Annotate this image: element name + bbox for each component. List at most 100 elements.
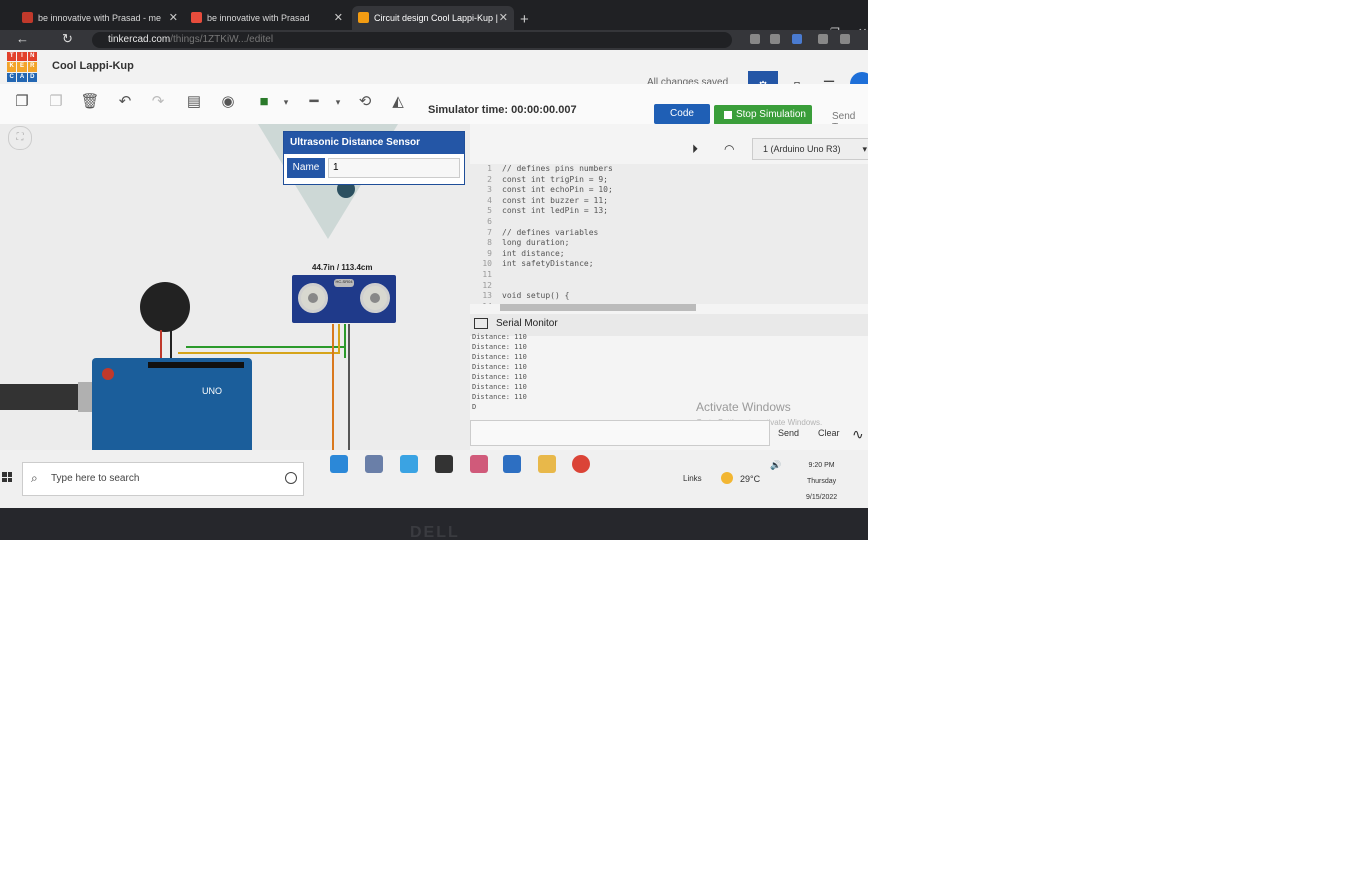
wire[interactable]	[348, 324, 350, 450]
browser-tab-bar: be innovative with Prasad - me ✕ be inno…	[0, 0, 868, 39]
close-tab-icon[interactable]: ✕	[334, 6, 343, 30]
undo-icon[interactable]: ↶	[115, 92, 135, 112]
code-button[interactable]: Code	[654, 104, 710, 124]
clear-button[interactable]: Clear	[818, 428, 840, 438]
code-line: 4 const int buzzer = 11;	[487, 195, 608, 205]
wire[interactable]	[186, 346, 346, 348]
popup-title: Ultrasonic Distance Sensor	[284, 132, 464, 154]
wire[interactable]	[178, 352, 340, 354]
volume-network-icon[interactable]: 🔊	[770, 460, 781, 471]
back-arrow-icon[interactable]: ←	[16, 31, 29, 46]
code-line: 3 const int echoPin = 10;	[487, 185, 613, 195]
graph-icon[interactable]: ∿	[852, 426, 864, 443]
reset-button[interactable]	[102, 368, 114, 380]
code-panel: ⏵ ◠ 1 (Arduino Uno R3) ▾ 1// defines pin…	[470, 124, 868, 450]
notes-visibility-icon[interactable]: ◉	[218, 92, 238, 112]
code-line: 12	[482, 280, 492, 290]
serial-monitor-header[interactable]: Serial Monitor	[470, 314, 868, 336]
distance-reading: 44.7in / 113.4cm	[312, 263, 373, 272]
url-field[interactable]: tinkercad.com/things/1ZTKiW.../editel	[92, 32, 732, 48]
serial-line: D	[472, 403, 477, 411]
paint-icon[interactable]	[470, 455, 488, 473]
activate-windows-watermark: Activate Windows	[696, 400, 791, 414]
laptop-screen: be innovative with Prasad - me ✕ be inno…	[0, 0, 868, 540]
close-tab-icon[interactable]: ✕	[499, 6, 508, 30]
reload-icon[interactable]: ↻	[62, 31, 73, 47]
file-explorer-icon[interactable]	[538, 455, 556, 473]
cortana-icon[interactable]	[285, 472, 297, 484]
wire[interactable]	[344, 324, 346, 358]
paste-icon[interactable]: ❐	[46, 92, 66, 112]
fit-view-icon[interactable]: ⛶	[8, 126, 32, 150]
chevron-down-icon[interactable]: ▾	[276, 92, 296, 112]
extension-icon[interactable]	[750, 34, 760, 44]
bookmark-star-icon[interactable]	[792, 34, 802, 44]
name-field-label: Name	[287, 158, 325, 178]
taskbar-search-box[interactable]: ⌕ Type here to search	[22, 462, 304, 496]
simulator-time: Simulator time: 00:00:00.007	[428, 104, 577, 116]
sticky-notes-icon[interactable]	[435, 455, 453, 473]
logo-letter: A	[17, 72, 27, 82]
piezo-buzzer-component[interactable]	[140, 282, 190, 332]
delete-icon[interactable]: 🗑	[80, 92, 100, 112]
code-line: 2 const int trigPin = 9;	[487, 174, 608, 184]
weather-temp[interactable]: 29°C	[740, 474, 760, 484]
code-editor[interactable]: 1// defines pins numbers 2 const int trig…	[470, 164, 868, 304]
windows-start-icon[interactable]	[2, 472, 12, 482]
wire[interactable]	[170, 330, 172, 360]
redo-icon[interactable]: ↷	[148, 92, 168, 112]
send-button[interactable]: Send	[778, 428, 799, 438]
rotate-icon[interactable]: ⟲	[355, 92, 375, 112]
sidebar-icon[interactable]	[818, 34, 828, 44]
notes-icon[interactable]: ▤	[184, 92, 204, 112]
extension-icon[interactable]	[770, 34, 780, 44]
tab-label: be innovative with Prasad	[207, 13, 310, 23]
chrome-icon[interactable]	[572, 455, 590, 473]
tab-favicon-icon	[22, 12, 33, 23]
component-properties-popup: Ultrasonic Distance Sensor Name 1	[283, 131, 465, 185]
horizontal-scrollbar[interactable]	[500, 304, 696, 311]
app-icon[interactable]	[400, 455, 418, 473]
copy-icon[interactable]: ❐	[12, 92, 32, 112]
tinkercad-logo[interactable]: T I N K E R C A D	[7, 52, 37, 82]
color-picker-icon[interactable]: ■	[254, 92, 274, 112]
wire-type-icon[interactable]: ━	[304, 92, 324, 112]
logo-letter: D	[27, 72, 37, 82]
calculator-icon[interactable]	[365, 455, 383, 473]
debugger-icon[interactable]: ◠	[724, 142, 734, 156]
sensor-transducer-right	[360, 283, 390, 313]
close-tab-icon[interactable]: ✕	[169, 6, 178, 30]
wire[interactable]	[160, 330, 162, 360]
stop-simulation-button[interactable]: Stop Simulation	[714, 105, 812, 125]
chevron-down-icon[interactable]: ▾	[328, 92, 348, 112]
name-field[interactable]: 1	[328, 158, 460, 178]
taskbar-clock[interactable]: 9:20 PM Thursday 9/15/2022	[806, 458, 837, 506]
code-line: 7// defines variables	[487, 227, 599, 237]
arduino-uno-board[interactable]	[92, 358, 252, 450]
new-tab-button[interactable]: +	[520, 12, 529, 27]
circuit-canvas[interactable]: ⛶ 44.7in / 113.4cm HC-SR04 UNO Ultrasoni…	[0, 124, 470, 450]
clock-day: Thursday	[806, 478, 837, 485]
logo-letter: E	[17, 62, 27, 72]
editor-toolbar: ❐ ❐ 🗑 ↶ ↷ ▤ ◉ ■ ▾ ━ ▾ ⟲ ◭ Simulator time…	[0, 84, 868, 133]
serial-line: Distance: 110	[472, 383, 527, 391]
links-toolbar[interactable]: Links	[683, 474, 702, 483]
board-select[interactable]: 1 (Arduino Uno R3) ▾	[752, 138, 868, 160]
ultrasonic-sensor-component[interactable]: HC-SR04	[292, 275, 396, 323]
wire[interactable]	[338, 324, 340, 352]
profile-icon[interactable]	[840, 34, 850, 44]
browser-tab-3[interactable]: Circuit design Cool Lappi-Kup | ✕	[352, 6, 514, 30]
browser-tab-1[interactable]: be innovative with Prasad - me ✕	[16, 6, 184, 30]
edge-browser-icon[interactable]	[330, 455, 348, 473]
photos-icon[interactable]	[503, 455, 521, 473]
wire[interactable]	[332, 324, 334, 450]
project-name[interactable]: Cool Lappi-Kup	[52, 60, 134, 72]
code-line: 6	[487, 216, 492, 226]
step-play-icon[interactable]: ⏵	[692, 142, 698, 157]
logo-letter: T	[7, 52, 17, 62]
sensor-transducer-left	[298, 283, 328, 313]
tab-label: be innovative with Prasad - me	[38, 13, 162, 23]
browser-tab-2[interactable]: be innovative with Prasad ✕	[185, 6, 349, 30]
serial-input-field[interactable]	[470, 420, 770, 446]
flip-icon[interactable]: ◭	[388, 92, 408, 112]
